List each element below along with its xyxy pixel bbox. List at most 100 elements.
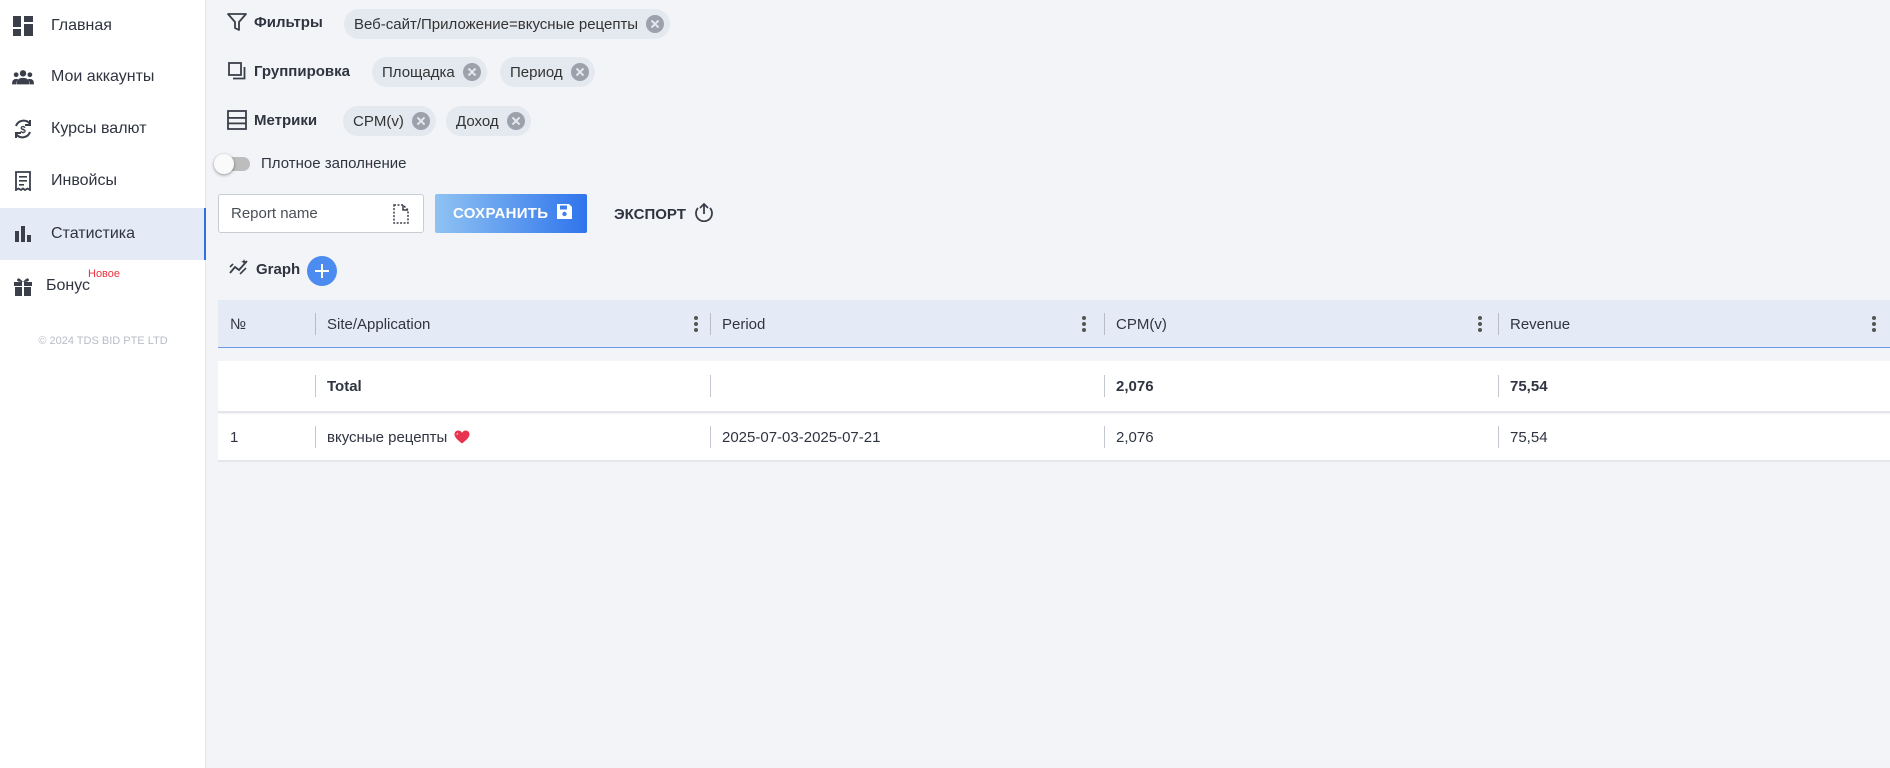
close-icon[interactable] [570, 63, 589, 81]
dashboard-icon [12, 15, 34, 37]
row-cpm-cell: 2,076 [1116, 428, 1154, 446]
total-revenue-cell: 75,54 [1510, 377, 1548, 395]
grouping-label: Группировка [226, 60, 350, 82]
metric-chip-label: Доход [456, 112, 499, 130]
metric-chip-cpm[interactable]: CPM(v) [343, 106, 436, 136]
file-icon[interactable] [393, 204, 409, 229]
column-divider[interactable] [1498, 313, 1499, 335]
close-icon[interactable] [462, 63, 481, 81]
column-divider[interactable] [1104, 313, 1105, 335]
total-label-cell: Total [327, 377, 362, 395]
dense-toggle[interactable] [214, 154, 250, 174]
gift-icon [12, 275, 34, 297]
metrics-title: Метрики [254, 111, 318, 129]
grouping-title: Группировка [254, 62, 350, 80]
table-icon [226, 109, 248, 131]
column-menu-icon[interactable] [1478, 316, 1482, 332]
filter-icon [226, 11, 248, 33]
sidebar-item-home[interactable]: Главная [0, 0, 206, 52]
bar-chart-icon [12, 223, 34, 245]
cell-divider [1498, 426, 1499, 448]
cell-divider [1498, 375, 1499, 397]
row-period-cell: 2025-07-03-2025-07-21 [722, 428, 881, 446]
column-divider[interactable] [710, 313, 711, 335]
column-header-label: CPM(v) [1116, 315, 1167, 333]
cell-divider [710, 375, 711, 397]
column-header-number[interactable]: № [230, 300, 246, 348]
close-icon[interactable] [411, 112, 430, 130]
column-header-label: Revenue [1510, 315, 1571, 333]
column-menu-icon[interactable] [694, 316, 698, 332]
report-name-input[interactable] [219, 195, 379, 232]
column-header-site[interactable]: Site/Application [327, 300, 707, 348]
graph-title: Graph [256, 260, 301, 278]
grouping-chip-platform[interactable]: Площадка [372, 57, 487, 87]
export-button-label: ЭКСПОРТ [614, 205, 686, 223]
column-menu-icon[interactable] [1872, 316, 1876, 332]
sidebar-item-invoices[interactable]: Инвойсы [0, 155, 206, 207]
sidebar-item-label: Бонус [46, 277, 91, 294]
table-header: № Site/Application Period CPM(v) Revenue [218, 300, 1890, 348]
grouping-chip-label: Площадка [382, 63, 455, 81]
sidebar: Главная Мои аккаунты $ Курсы валют Инвой… [0, 0, 206, 768]
sidebar-item-label: Статистика [51, 225, 136, 242]
new-badge: Новое [88, 268, 121, 280]
sidebar-item-accounts[interactable]: Мои аккаунты [0, 51, 206, 103]
row-revenue-cell: 75,54 [1510, 428, 1548, 446]
grouping-chip-label: Период [510, 63, 563, 81]
metrics-label: Метрики [226, 109, 317, 131]
sidebar-item-label: Главная [51, 17, 112, 34]
filter-chip-label: Веб-сайт/Приложение=вкусные рецепты [354, 15, 639, 33]
column-header-label: Period [722, 315, 766, 333]
row-number-cell: 1 [230, 428, 239, 446]
report-name-field [218, 194, 424, 233]
column-header-label: Site/Application [327, 315, 431, 333]
filters-title: Фильтры [254, 13, 323, 31]
filter-chip[interactable]: Веб-сайт/Приложение=вкусные рецепты [344, 9, 671, 39]
dense-toggle-label: Плотное заполнение [261, 155, 407, 172]
table-total-row: Total 2,076 75,54 [218, 361, 1890, 411]
copyright: © 2024 TDS BID PTE LTD [38, 335, 168, 347]
grouping-chip-period[interactable]: Период [500, 57, 595, 87]
save-button[interactable]: СОХРАНИТЬ [435, 194, 587, 233]
column-divider[interactable] [315, 313, 316, 335]
filters-label: Фильтры [226, 11, 323, 33]
heart-icon [454, 430, 470, 444]
receipt-icon [12, 170, 34, 192]
sidebar-item-statistics[interactable]: Статистика [0, 208, 206, 260]
total-cpm-cell: 2,076 [1116, 377, 1154, 395]
cell-divider [710, 426, 711, 448]
sidebar-item-label: Курсы валют [51, 120, 147, 137]
column-header-revenue[interactable]: Revenue [1510, 300, 1890, 348]
svg-text:$: $ [20, 125, 26, 136]
close-icon[interactable] [506, 112, 525, 130]
row-site-cell: вкусные рецепты [327, 414, 470, 460]
export-button[interactable]: ЭКСПОРТ [614, 200, 714, 228]
metric-chip-revenue[interactable]: Доход [446, 106, 531, 136]
toggle-knob [214, 154, 234, 174]
add-graph-button[interactable] [307, 256, 337, 286]
close-icon[interactable] [646, 15, 665, 33]
column-header-cpm[interactable]: CPM(v) [1116, 300, 1496, 348]
column-menu-icon[interactable] [1082, 316, 1086, 332]
table-row[interactable]: 1 вкусные рецепты 2025-07-03-2025-07-21 … [218, 414, 1890, 460]
column-header-label: № [230, 315, 247, 333]
cell-divider [1104, 375, 1105, 397]
save-button-label: СОХРАНИТЬ [453, 205, 549, 222]
copy-icon [226, 60, 248, 82]
upload-icon [694, 202, 714, 226]
sparkle-chart-icon [229, 258, 249, 280]
graph-label[interactable]: Graph [229, 258, 300, 280]
cell-divider [315, 375, 316, 397]
currency-exchange-icon: $ [12, 118, 34, 140]
cell-divider [315, 426, 316, 448]
users-icon [12, 66, 34, 88]
cell-divider [1104, 426, 1105, 448]
sidebar-item-label: Мои аккаунты [51, 68, 155, 85]
row-site-label: вкусные рецепты [327, 428, 448, 446]
floppy-disk-icon [557, 204, 573, 223]
sidebar-item-currency[interactable]: $ Курсы валют [0, 103, 206, 155]
metric-chip-label: CPM(v) [353, 112, 404, 130]
column-header-period[interactable]: Period [722, 300, 1102, 348]
sidebar-item-label: Инвойсы [51, 172, 117, 189]
